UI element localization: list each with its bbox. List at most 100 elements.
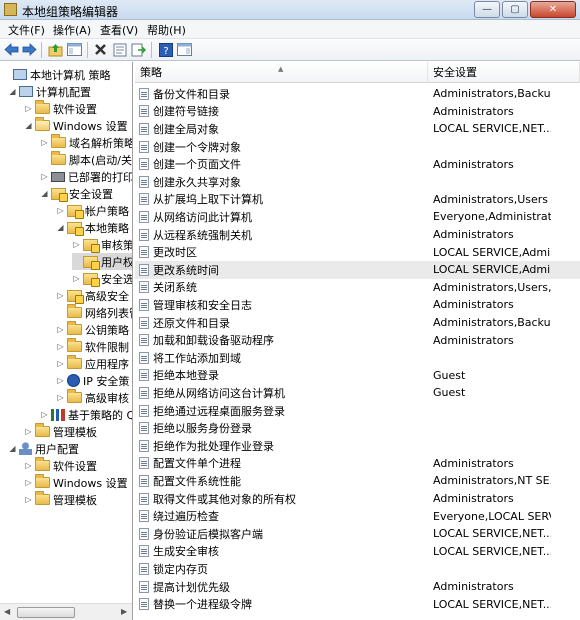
tree-item-local-policies[interactable]: ◢ 本地策略 bbox=[56, 219, 129, 236]
forward-arrow-icon[interactable] bbox=[21, 41, 38, 58]
tree-item-scripts[interactable]: 脚本(启动/关 bbox=[40, 151, 132, 168]
policy-row[interactable]: 创建一个页面文件 Administrators bbox=[135, 155, 580, 173]
expand-icon[interactable]: ▷ bbox=[24, 104, 33, 113]
scrollbar-thumb[interactable] bbox=[17, 607, 75, 618]
policy-row[interactable]: 创建符号链接 Administrators bbox=[135, 103, 580, 121]
policy-row[interactable]: 创建永久共享对象 bbox=[135, 173, 580, 191]
policy-row[interactable]: 拒绝通过远程桌面服务登录 bbox=[135, 402, 580, 420]
close-button[interactable]: ✕ bbox=[530, 1, 576, 18]
collapse-icon[interactable]: ◢ bbox=[56, 223, 65, 232]
expand-icon[interactable]: ▷ bbox=[24, 495, 33, 504]
policy-row[interactable]: 替换一个进程级令牌 LOCAL SERVICE,NET... bbox=[135, 595, 580, 613]
maximize-button[interactable]: ▢ bbox=[502, 1, 528, 18]
expand-icon[interactable]: ▷ bbox=[40, 410, 49, 419]
policy-row[interactable]: 拒绝本地登录 Guest bbox=[135, 367, 580, 385]
expand-icon[interactable]: ▷ bbox=[56, 206, 65, 215]
expand-icon[interactable]: ▷ bbox=[56, 359, 65, 368]
tree-item-name-resolution-policy[interactable]: ▷ 域名解析策略 bbox=[40, 134, 132, 151]
collapse-icon[interactable]: ◢ bbox=[24, 121, 33, 130]
policy-row[interactable]: 锁定内存页 bbox=[135, 560, 580, 578]
expand-icon[interactable]: ▷ bbox=[24, 461, 33, 470]
policy-row[interactable]: 配置文件系统性能 Administrators,NT SE... bbox=[135, 472, 580, 490]
tree-item-deployed-printers[interactable]: ▷ 已部署的打印 bbox=[40, 168, 132, 185]
tree-item-policy-based-qos[interactable]: ▷ 基于策略的 Q bbox=[40, 406, 132, 423]
tree-item-security-options[interactable]: ▷ 安全选 bbox=[72, 270, 132, 287]
tree-item-local-computer-policy[interactable]: 本地计算机 策略 bbox=[2, 66, 111, 83]
policy-row[interactable]: 配置文件单个进程 Administrators bbox=[135, 455, 580, 473]
collapse-icon[interactable]: ◢ bbox=[40, 189, 49, 198]
tree-item-user-rights[interactable]: 用户权 bbox=[72, 253, 132, 270]
show-hide-action-pane-icon[interactable] bbox=[176, 41, 193, 58]
expand-icon[interactable]: ▷ bbox=[72, 240, 81, 249]
policy-row[interactable]: 从网络访问此计算机 Everyone,Administrat... bbox=[135, 208, 580, 226]
collapse-icon[interactable]: ◢ bbox=[8, 444, 17, 453]
expand-icon[interactable]: ▷ bbox=[56, 342, 65, 351]
policy-row[interactable]: 取得文件或其他对象的所有权 Administrators bbox=[135, 490, 580, 508]
policy-row[interactable]: 关闭系统 Administrators,Users,... bbox=[135, 279, 580, 297]
policy-row[interactable]: 拒绝从网络访问这台计算机 Guest bbox=[135, 384, 580, 402]
tree-item-admin-templates[interactable]: ▷ 管理模板 bbox=[24, 423, 97, 440]
column-header-policy[interactable]: ▲ 策略 bbox=[135, 62, 428, 83]
tree-item-user-admin-templates[interactable]: ▷ 管理模板 bbox=[24, 491, 97, 508]
tree-item-advanced-security[interactable]: ▷ 高级安全 bbox=[56, 287, 129, 304]
tree-item-audit-policy[interactable]: ▷ 审核策 bbox=[72, 236, 132, 253]
tree-item-application-control[interactable]: ▷ 应用程序 bbox=[56, 355, 129, 372]
policy-row[interactable]: 创建一个令牌对象 bbox=[135, 138, 580, 156]
properties-icon[interactable] bbox=[111, 41, 128, 58]
policy-row[interactable]: 提高计划优先级 Administrators bbox=[135, 578, 580, 596]
policy-row[interactable]: 更改系统时间 LOCAL SERVICE,Admi... bbox=[135, 261, 580, 279]
expand-icon[interactable]: ▷ bbox=[56, 376, 65, 385]
policy-row[interactable]: 从远程系统强制关机 Administrators bbox=[135, 226, 580, 244]
tree-item-ip-security[interactable]: ▷ IP 安全策 bbox=[56, 372, 129, 389]
tree-item-software-restriction[interactable]: ▷ 软件限制 bbox=[56, 338, 129, 355]
scroll-left-icon[interactable]: ◀ bbox=[4, 607, 10, 616]
tree-item-account-policies[interactable]: ▷ 帐户策略 bbox=[56, 202, 129, 219]
expand-icon[interactable]: ▷ bbox=[72, 274, 81, 283]
policy-row[interactable]: 生成安全审核 LOCAL SERVICE,NET... bbox=[135, 543, 580, 561]
column-header-security-setting[interactable]: 安全设置 bbox=[428, 62, 580, 83]
policy-row[interactable]: 拒绝以服务身份登录 bbox=[135, 419, 580, 437]
policy-row[interactable]: 从扩展坞上取下计算机 Administrators,Users bbox=[135, 191, 580, 209]
tree-item-security-settings[interactable]: ◢ 安全设置 bbox=[40, 185, 113, 202]
collapse-icon[interactable]: ◢ bbox=[8, 87, 17, 96]
tree-item-computer-config[interactable]: ◢ 计算机配置 bbox=[8, 83, 91, 100]
help-icon[interactable]: ? bbox=[157, 41, 174, 58]
expand-icon[interactable]: ▷ bbox=[40, 172, 49, 181]
tree-item-public-key-policies[interactable]: ▷ 公钥策略 bbox=[56, 321, 129, 338]
expand-icon[interactable]: ▷ bbox=[56, 325, 65, 334]
show-hide-tree-icon[interactable] bbox=[66, 41, 83, 58]
back-arrow-icon[interactable] bbox=[3, 41, 20, 58]
menu-view[interactable]: 查看(V) bbox=[100, 22, 138, 38]
policy-row[interactable]: 绕过遍历检查 Everyone,LOCAL SERV... bbox=[135, 507, 580, 525]
expand-icon[interactable]: ▷ bbox=[24, 478, 33, 487]
delete-icon[interactable] bbox=[92, 41, 109, 58]
policy-row[interactable]: 将工作站添加到域 bbox=[135, 349, 580, 367]
expand-icon[interactable]: ▷ bbox=[40, 138, 49, 147]
up-folder-icon[interactable] bbox=[47, 41, 64, 58]
policy-row[interactable]: 加载和卸载设备驱动程序 Administrators bbox=[135, 331, 580, 349]
policy-row[interactable]: 创建全局对象 LOCAL SERVICE,NET... bbox=[135, 120, 580, 138]
export-list-icon[interactable] bbox=[130, 41, 147, 58]
policy-row[interactable]: 备份文件和目录 Administrators,Backu... bbox=[135, 85, 580, 103]
minimize-button[interactable]: — bbox=[474, 1, 500, 18]
policy-row[interactable]: 身份验证后模拟客户端 LOCAL SERVICE,NET... bbox=[135, 525, 580, 543]
tree-horizontal-scrollbar[interactable]: ◀ ▶ bbox=[0, 603, 132, 620]
tree-item-software-settings[interactable]: ▷ 软件设置 bbox=[24, 100, 97, 117]
tree-item-user-config[interactable]: ◢ 用户配置 bbox=[8, 440, 79, 457]
policy-row[interactable]: 管理审核和安全日志 Administrators bbox=[135, 296, 580, 314]
policy-row[interactable]: 拒绝作为批处理作业登录 bbox=[135, 437, 580, 455]
expand-icon[interactable]: ▷ bbox=[56, 291, 65, 300]
tree-item-advanced-audit[interactable]: ▷ 高级审核 bbox=[56, 389, 129, 406]
menu-help[interactable]: 帮助(H) bbox=[147, 22, 186, 38]
expand-icon[interactable]: ▷ bbox=[24, 427, 33, 436]
tree-item-windows-settings[interactable]: ◢ Windows 设置 bbox=[24, 117, 128, 134]
tree-item-network-list[interactable]: 网络列表管 bbox=[56, 304, 132, 321]
policy-row[interactable]: 还原文件和目录 Administrators,Backu... bbox=[135, 314, 580, 332]
policy-row[interactable]: 更改时区 LOCAL SERVICE,Admi... bbox=[135, 243, 580, 261]
menu-file[interactable]: 文件(F) bbox=[8, 22, 45, 38]
scroll-right-icon[interactable]: ▶ bbox=[121, 607, 127, 616]
tree-item-user-windows-settings[interactable]: ▷ Windows 设置 bbox=[24, 474, 128, 491]
menu-action[interactable]: 操作(A) bbox=[53, 22, 91, 38]
tree-item-user-software-settings[interactable]: ▷ 软件设置 bbox=[24, 457, 97, 474]
expand-icon[interactable]: ▷ bbox=[56, 393, 65, 402]
